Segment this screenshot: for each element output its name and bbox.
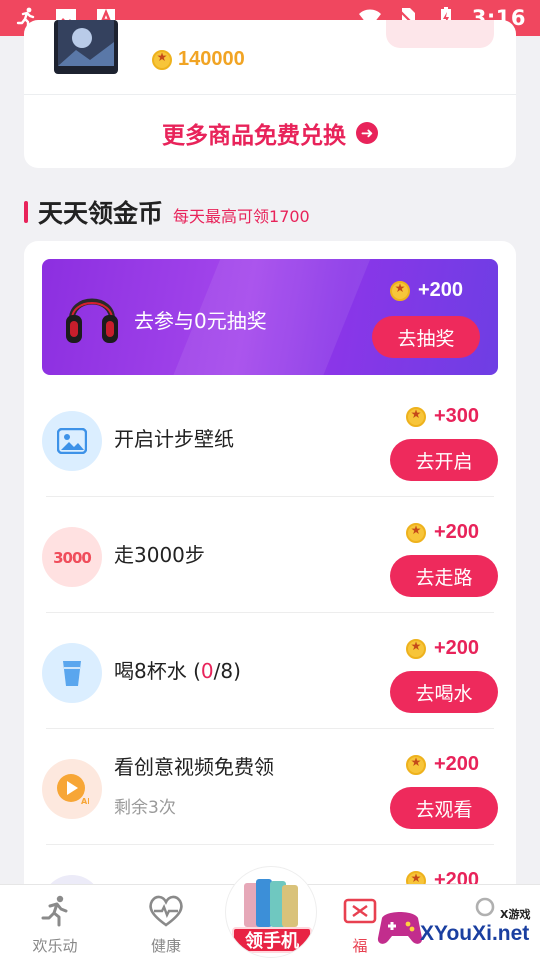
tab-health[interactable]: 健康 bbox=[121, 893, 211, 956]
gamepad-icon bbox=[377, 912, 423, 944]
tab-label: 欢乐动 bbox=[32, 937, 78, 955]
runner-icon bbox=[10, 893, 100, 929]
coin-icon bbox=[390, 280, 410, 301]
coin-icon bbox=[406, 406, 426, 427]
banner-reward: +200 bbox=[390, 279, 463, 302]
heart-pulse-icon bbox=[121, 893, 211, 929]
task-title: 开启计步壁纸 bbox=[114, 427, 234, 451]
task-title: 走3000步 bbox=[114, 543, 205, 567]
section-subtitle: 每天最高可领1700 bbox=[173, 207, 310, 226]
lottery-button[interactable]: 去抽奖 bbox=[372, 316, 480, 358]
task-row-video: AD 看创意视频免费领 剩余3次 +200 去观看 bbox=[24, 729, 516, 845]
phones-icon bbox=[244, 879, 298, 927]
task-row-wallpaper: 开启计步壁纸 +300 去开启 bbox=[24, 381, 516, 497]
divider bbox=[24, 94, 516, 95]
task-title-suffix: /8) bbox=[213, 659, 241, 683]
water-count: 0 bbox=[200, 659, 214, 683]
task-action-button[interactable]: 去喝水 bbox=[390, 671, 498, 713]
task-title-prefix: 喝8杯水 ( bbox=[114, 659, 201, 683]
banner-reward-value: +200 bbox=[418, 279, 464, 301]
task-reward: +200 bbox=[406, 637, 479, 660]
phone-product-image[interactable] bbox=[52, 20, 120, 76]
more-products-label: 更多商品免费兑换 bbox=[162, 123, 346, 149]
task-reward: +200 bbox=[406, 753, 479, 776]
wallpaper-icon bbox=[42, 411, 102, 471]
product-price-value: 140000 bbox=[178, 48, 245, 70]
section-header: 天天领金币 每天最高可领1700 bbox=[24, 194, 310, 230]
watermark-text: XYouXi.net bbox=[420, 922, 530, 945]
featured-product-card: 140000 更多商品免费兑换 ➜ bbox=[24, 20, 516, 168]
banner-text: 去参与0元抽奖 bbox=[134, 309, 267, 333]
task-reward-value: +200 bbox=[434, 521, 480, 543]
coin-icon bbox=[406, 638, 426, 659]
video-ad-icon: AD bbox=[42, 759, 102, 819]
tab-label: 健康 bbox=[150, 937, 181, 955]
arrow-right-icon: ➜ bbox=[356, 122, 378, 144]
task-title: 喝8杯水 (0/8) bbox=[114, 655, 241, 684]
water-cup-icon bbox=[42, 643, 102, 703]
tab-huanledong[interactable]: 欢乐动 bbox=[10, 893, 100, 956]
lottery-banner[interactable]: 去参与0元抽奖 +200 去抽奖 bbox=[42, 259, 498, 375]
tasks-card: 去参与0元抽奖 +200 去抽奖 开启计步壁纸 +300 去开启 3000 走3… bbox=[24, 241, 516, 941]
svg-text:AD: AD bbox=[81, 797, 89, 806]
task-reward: +200 bbox=[406, 521, 479, 544]
watermark: X游戏 XYouXi.net bbox=[372, 894, 540, 958]
task-row-water: 喝8杯水 (0/8) +200 去喝水 bbox=[24, 613, 516, 729]
tab-get-phone[interactable]: 领手机 bbox=[225, 866, 317, 958]
section-accent-bar bbox=[24, 201, 28, 223]
product-exchange-button[interactable] bbox=[386, 20, 494, 48]
product-price: 140000 bbox=[152, 48, 245, 71]
task-reward: +300 bbox=[406, 405, 479, 428]
task-action-button[interactable]: 去走路 bbox=[390, 555, 498, 597]
task-reward-value: +200 bbox=[434, 753, 480, 775]
coin-icon bbox=[152, 49, 172, 70]
task-title: 看创意视频免费领 bbox=[114, 755, 274, 779]
tab-label: 领手机 bbox=[232, 927, 312, 953]
task-row-steps: 3000 走3000步 +200 去走路 bbox=[24, 497, 516, 613]
headphones-icon bbox=[66, 298, 118, 343]
coin-icon bbox=[406, 522, 426, 543]
steps-3000-icon: 3000 bbox=[42, 527, 102, 587]
task-action-button[interactable]: 去开启 bbox=[390, 439, 498, 481]
task-remaining: 剩余3次 bbox=[114, 798, 176, 818]
section-title: 天天领金币 bbox=[38, 199, 164, 228]
svg-text:3000: 3000 bbox=[53, 549, 91, 567]
task-action-button[interactable]: 去观看 bbox=[390, 787, 498, 829]
more-products-link[interactable]: 更多商品免费兑换 ➜ bbox=[24, 116, 516, 150]
task-reward-value: +300 bbox=[434, 405, 480, 427]
watermark-top: X游戏 bbox=[500, 908, 531, 921]
task-reward-value: +200 bbox=[434, 637, 480, 659]
coin-icon bbox=[406, 754, 426, 775]
